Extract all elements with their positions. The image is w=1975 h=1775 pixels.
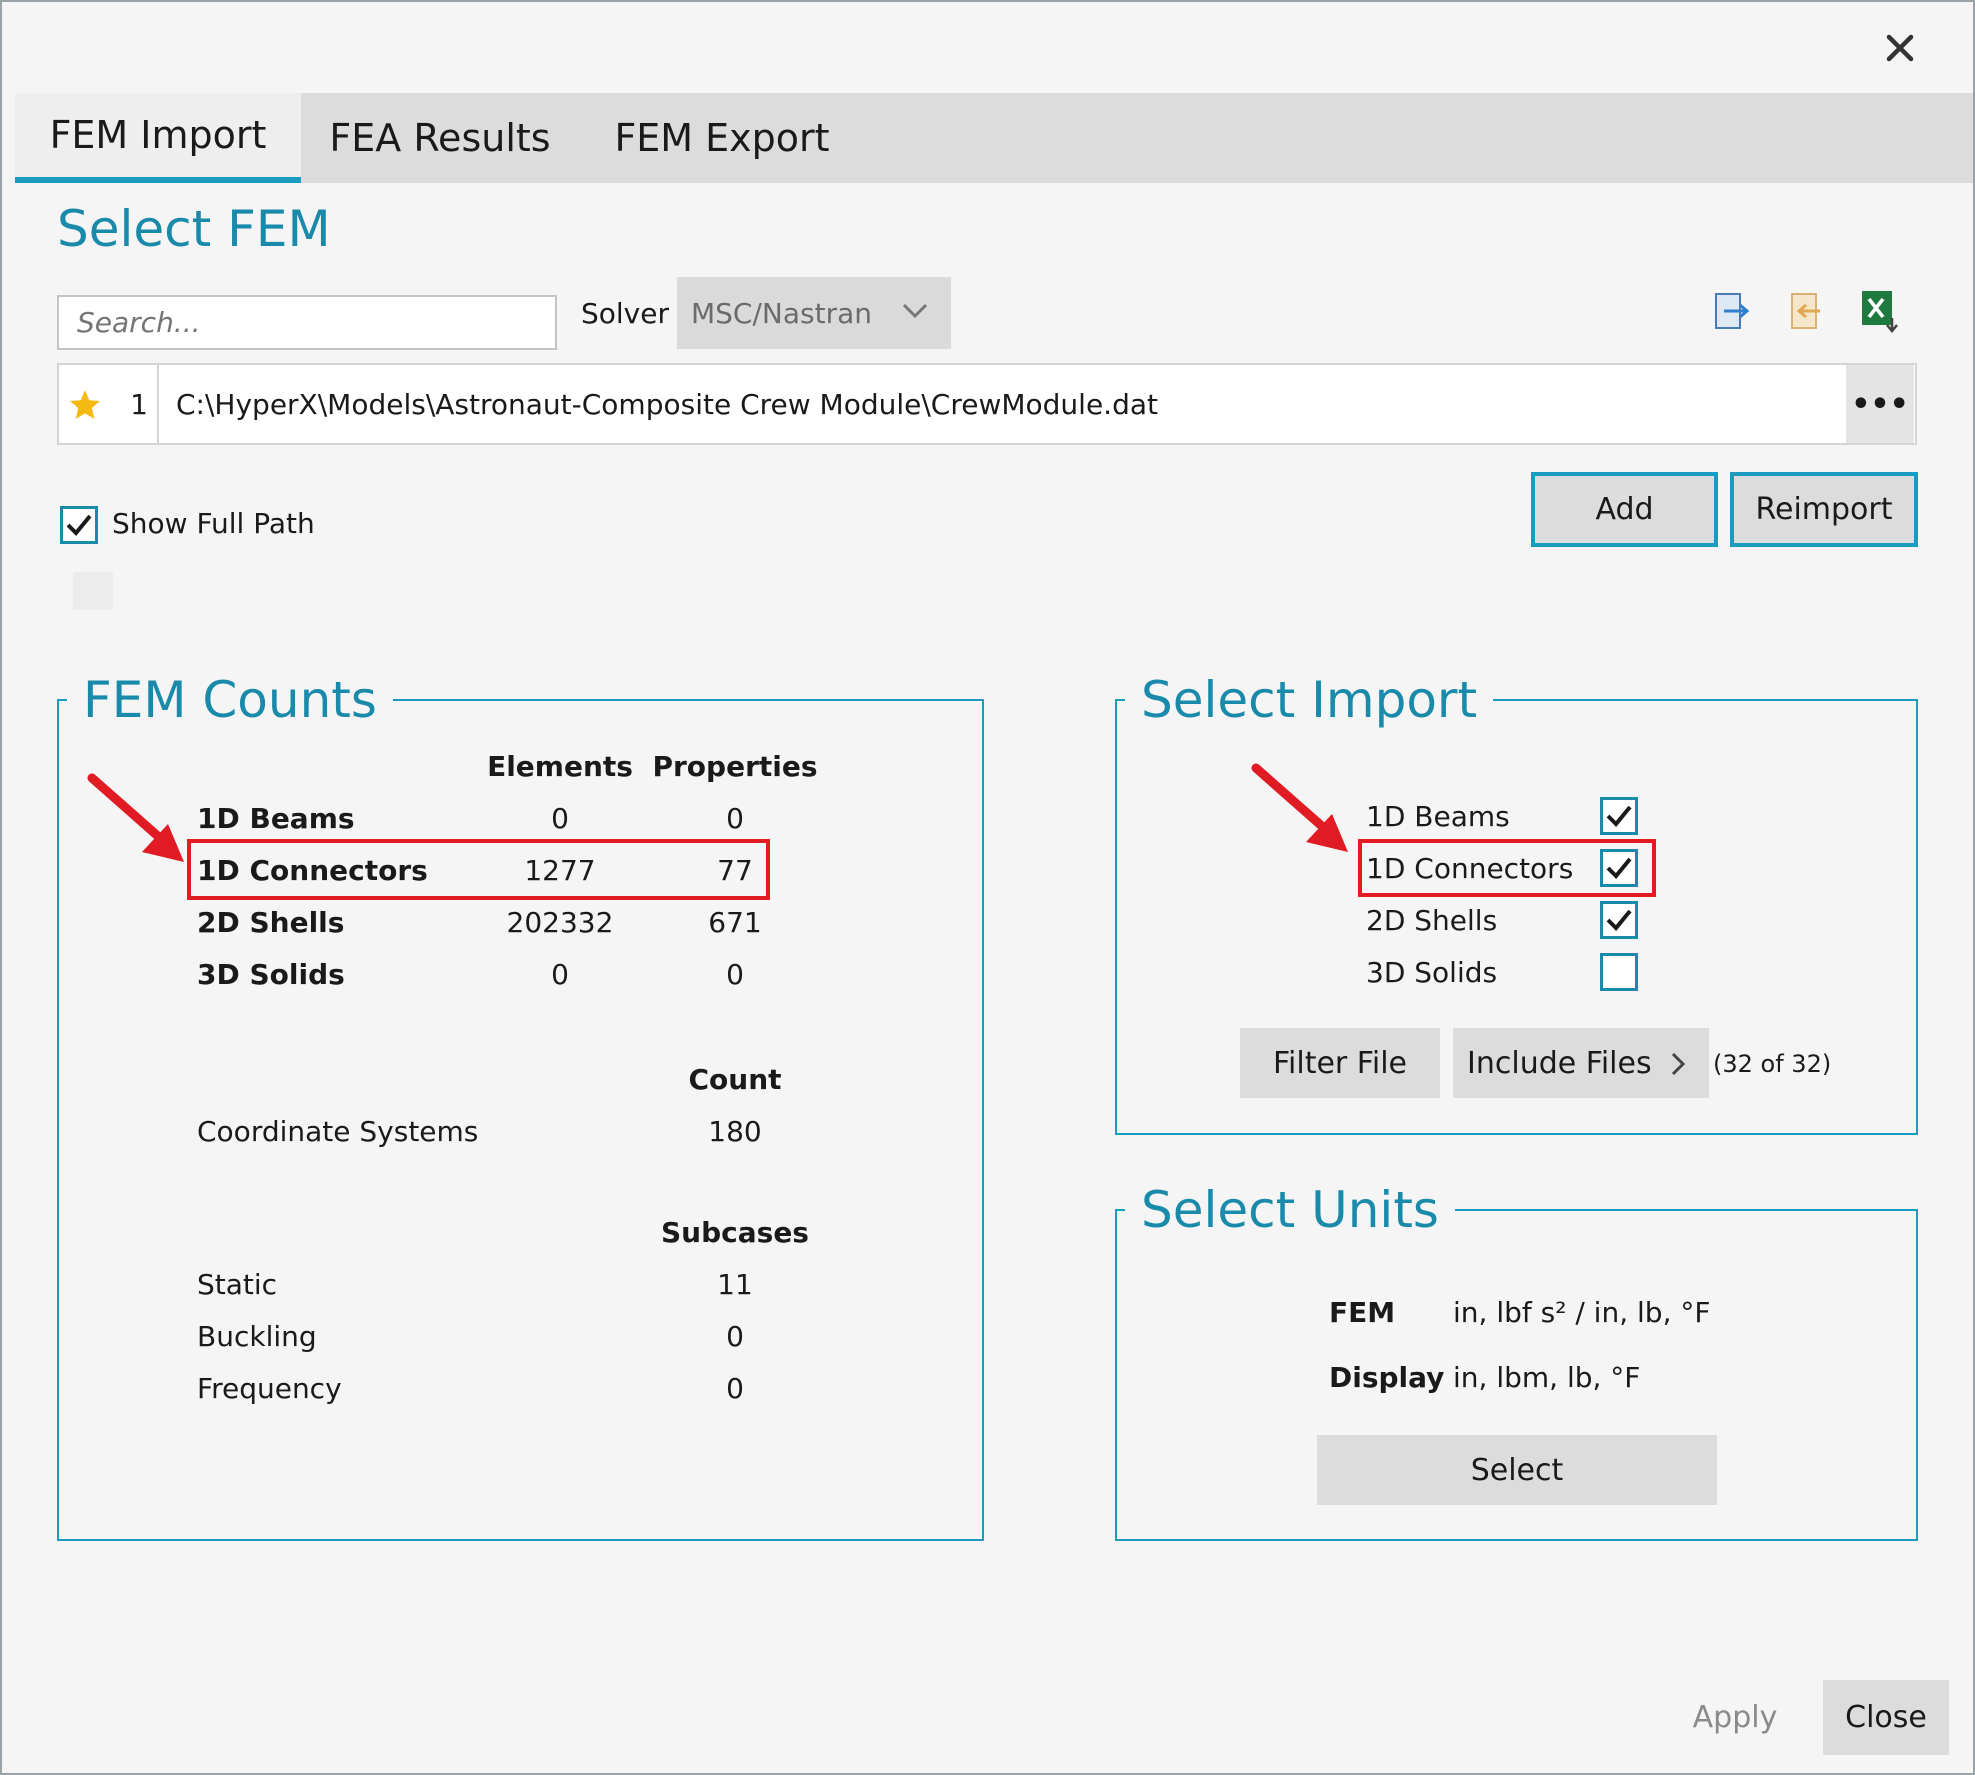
fem-units-label: FEM: [1329, 1296, 1396, 1329]
subcases-header: Subcases: [661, 1216, 809, 1249]
count-row-elements: 0: [551, 958, 569, 991]
count-row-label: 3D Solids: [197, 958, 345, 991]
add-button[interactable]: Add: [1531, 472, 1718, 547]
tab-fem-export[interactable]: FEM Export: [600, 93, 844, 183]
import-item-label: 1D Beams: [1366, 800, 1510, 833]
coordinate-systems-label: Coordinate Systems: [197, 1115, 479, 1148]
tab-label: FEA Results: [329, 116, 551, 160]
apply-button[interactable]: Apply: [1660, 1680, 1810, 1755]
subcase-label: Buckling: [197, 1320, 317, 1353]
fem-counts-title: FEM Counts: [67, 670, 393, 730]
import-item-label: 2D Shells: [1366, 904, 1498, 937]
tab-bar: [15, 93, 1973, 183]
select-import-title: Select Import: [1125, 670, 1494, 730]
section-title-select-fem: Select FEM: [57, 200, 331, 258]
arrow-annotation-icon: [86, 772, 196, 876]
count-header: Count: [688, 1063, 782, 1096]
include-files-count: (32 of 32): [1713, 1050, 1832, 1078]
elements-header: Elements: [487, 750, 633, 783]
highlight-box: [187, 839, 770, 900]
subcase-label: Static: [197, 1268, 278, 1301]
file-row-divider: [157, 363, 159, 445]
placeholder-square: [73, 572, 113, 610]
import-icon[interactable]: [1784, 290, 1828, 334]
checkmark-icon: [1606, 805, 1632, 827]
checkmark-icon: [1606, 909, 1632, 931]
browse-more-button[interactable]: •••: [1846, 365, 1914, 443]
chevron-right-icon: [1669, 1050, 1687, 1085]
subcase-value: 0: [726, 1372, 744, 1405]
subcase-label: Frequency: [197, 1372, 342, 1405]
select-units-title: Select Units: [1125, 1180, 1455, 1240]
display-units-value: in, lbm, lb, °F: [1453, 1361, 1641, 1394]
checkmark-icon: [66, 514, 92, 536]
fem-units-value: in, lbf s² / in, lb, °F: [1453, 1296, 1711, 1329]
file-path: C:\HyperX\Models\Astronaut-Composite Cre…: [176, 387, 1158, 421]
import-item-label: 3D Solids: [1366, 956, 1498, 989]
subcase-value: 0: [726, 1320, 744, 1353]
subcase-value: 11: [717, 1268, 753, 1301]
count-row-properties: 671: [708, 906, 762, 939]
chevron-down-icon: [901, 295, 929, 328]
include-files-button[interactable]: Include Files: [1453, 1028, 1709, 1098]
import-1d-beams-checkbox[interactable]: [1600, 797, 1638, 835]
count-row-elements: 202332: [506, 906, 614, 939]
properties-header: Properties: [652, 750, 818, 783]
count-row-properties: 0: [726, 802, 744, 835]
solver-dropdown[interactable]: MSC/Nastran: [677, 277, 951, 349]
display-units-label: Display: [1329, 1361, 1445, 1394]
count-row-properties: 0: [726, 958, 744, 991]
close-button[interactable]: Close: [1823, 1680, 1949, 1755]
count-row-label: 2D Shells: [197, 906, 345, 939]
tab-label: FEM Import: [49, 113, 267, 157]
close-icon[interactable]: [1870, 22, 1930, 74]
search-input[interactable]: [57, 295, 557, 350]
file-index: 1: [130, 387, 148, 421]
highlight-box: [1358, 839, 1656, 897]
count-row-elements: 0: [551, 802, 569, 835]
export-icon[interactable]: [1710, 290, 1754, 334]
show-full-path-checkbox[interactable]: [60, 506, 98, 544]
star-icon[interactable]: [60, 380, 110, 430]
arrow-annotation-icon: [1250, 762, 1360, 866]
tab-fea-results[interactable]: FEA Results: [320, 93, 560, 183]
solver-label: Solver: [581, 297, 669, 330]
select-units-button[interactable]: Select: [1317, 1435, 1717, 1505]
filter-file-button[interactable]: Filter File: [1240, 1028, 1440, 1098]
tab-label: FEM Export: [614, 116, 830, 160]
coordinate-systems-count: 180: [708, 1115, 762, 1148]
tab-fem-import[interactable]: FEM Import: [15, 93, 301, 183]
excel-icon[interactable]: [1858, 288, 1902, 333]
import-2d-shells-checkbox[interactable]: [1600, 901, 1638, 939]
show-full-path-label: Show Full Path: [112, 507, 315, 540]
count-row-label: 1D Beams: [197, 802, 355, 835]
import-3d-solids-checkbox[interactable]: [1600, 953, 1638, 991]
solver-value: MSC/Nastran: [691, 296, 873, 330]
include-files-label: Include Files: [1467, 1045, 1652, 1081]
reimport-button[interactable]: Reimport: [1730, 472, 1918, 547]
